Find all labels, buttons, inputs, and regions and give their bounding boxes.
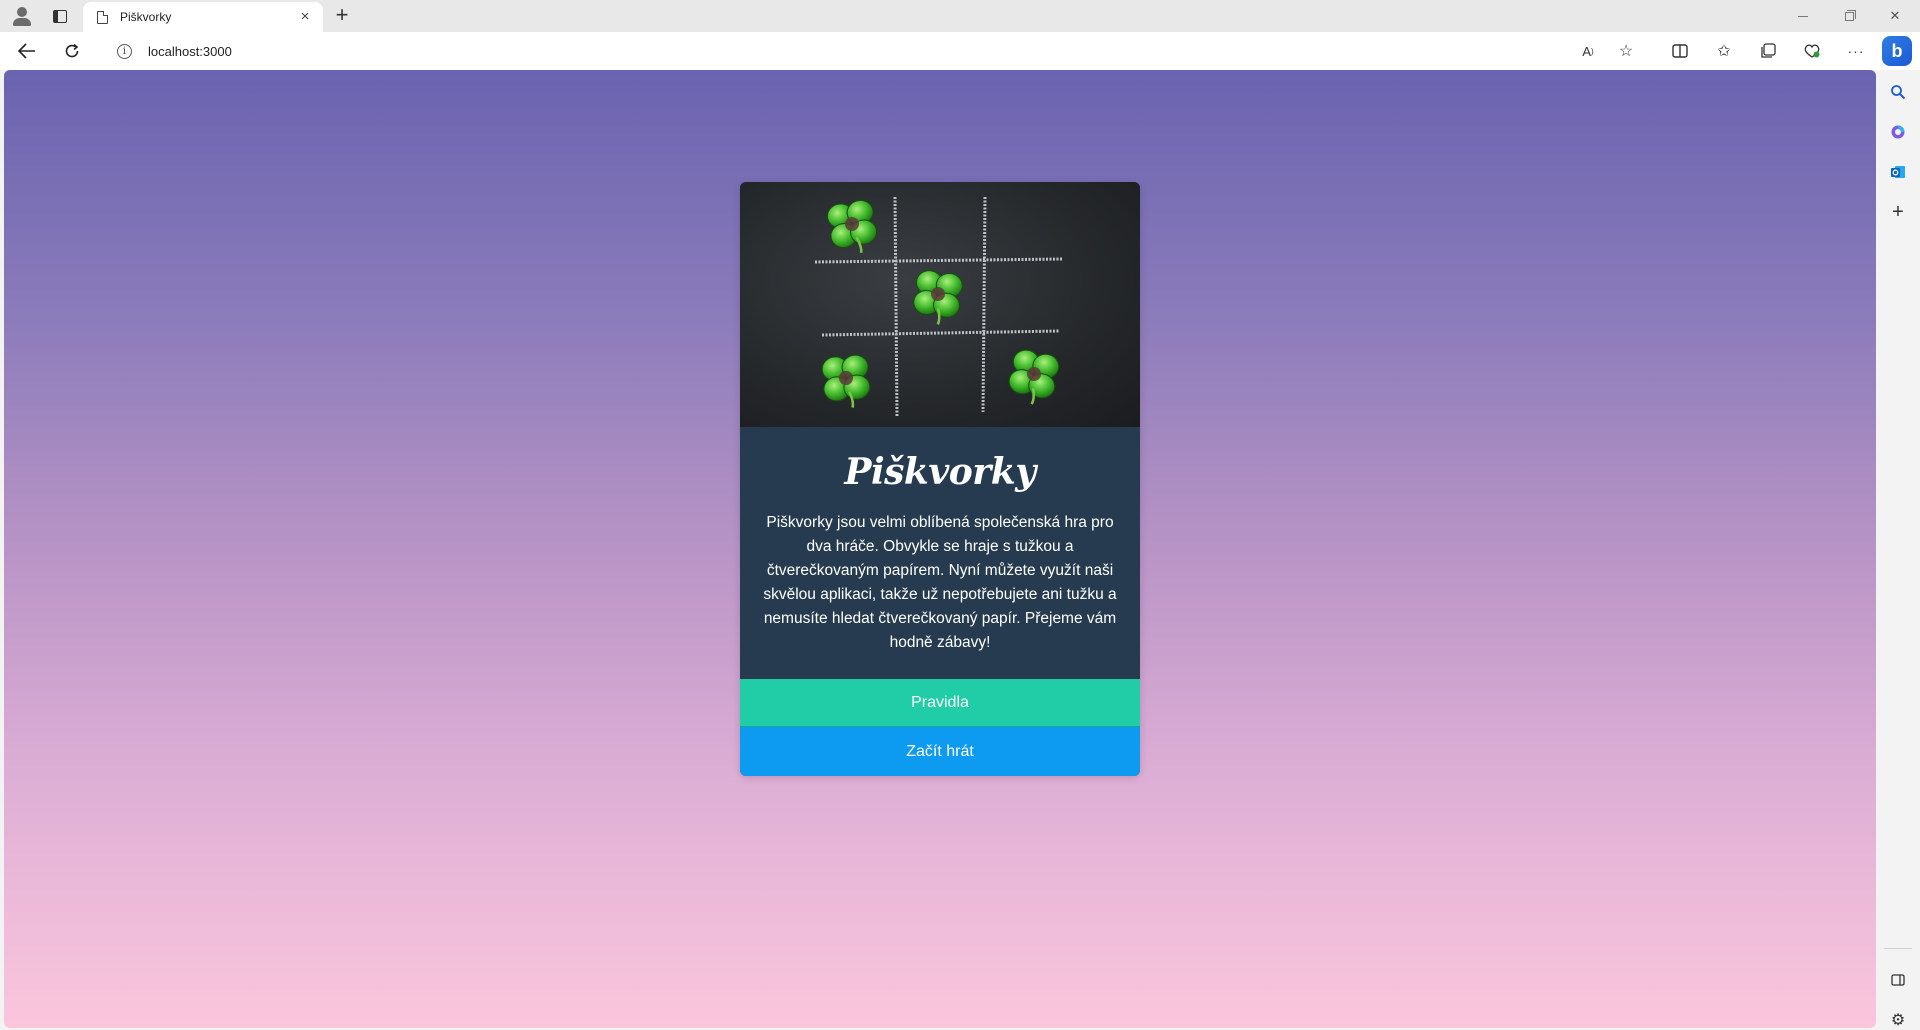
bing-copilot-icon[interactable]: b bbox=[1882, 36, 1912, 66]
back-button[interactable] bbox=[13, 37, 41, 65]
browser-tab[interactable]: Piškvorky × bbox=[83, 2, 323, 32]
rules-button[interactable]: Pravidla bbox=[740, 679, 1140, 727]
page-icon bbox=[97, 10, 108, 24]
search-icon[interactable] bbox=[1886, 80, 1910, 104]
sidebar-toggle-icon[interactable] bbox=[1886, 968, 1910, 992]
title-bar: Piškvorky × + ✕ bbox=[0, 0, 1920, 32]
intro-card: Piškvorky Piškvorky jsou velmi oblíbená … bbox=[740, 182, 1140, 776]
browser-toolbar: i localhost:3000 A) ☆ ✩ ··· bbox=[0, 32, 1920, 70]
address-text[interactable]: localhost:3000 bbox=[148, 44, 232, 59]
restore-button[interactable] bbox=[1826, 0, 1872, 32]
minimize-button[interactable] bbox=[1780, 0, 1826, 32]
page-viewport: Piškvorky Piškvorky jsou velmi oblíbená … bbox=[4, 70, 1876, 1028]
settings-icon[interactable]: ⚙ bbox=[1886, 1008, 1910, 1030]
reload-button[interactable] bbox=[58, 37, 86, 65]
address-bar[interactable]: i localhost:3000 bbox=[100, 37, 1650, 65]
site-info-icon[interactable]: i bbox=[117, 43, 132, 59]
edge-sidebar: + ⚙ bbox=[1876, 70, 1920, 1030]
collections-icon[interactable] bbox=[1756, 39, 1780, 63]
close-window-button[interactable]: ✕ bbox=[1872, 0, 1918, 32]
start-game-button[interactable]: Začít hrát bbox=[740, 727, 1140, 776]
browser-essentials-icon[interactable] bbox=[1800, 39, 1824, 63]
game-description: Piškvorky jsou velmi oblíbená společensk… bbox=[763, 514, 1117, 651]
page-title: Piškvorky bbox=[844, 451, 1036, 493]
read-aloud-icon[interactable]: A) bbox=[1576, 39, 1600, 63]
new-tab-button[interactable]: + bbox=[330, 4, 354, 28]
sidebar-divider bbox=[1884, 948, 1912, 949]
tab-title: Piškvorky bbox=[120, 10, 172, 24]
more-icon[interactable]: ··· bbox=[1844, 39, 1868, 63]
tab-actions-icon[interactable] bbox=[48, 4, 72, 28]
favorite-star-icon[interactable]: ☆ bbox=[1614, 39, 1638, 63]
outlook-icon[interactable] bbox=[1886, 160, 1910, 184]
office-icon[interactable] bbox=[1886, 120, 1910, 144]
split-screen-icon[interactable] bbox=[1668, 39, 1692, 63]
profile-icon[interactable] bbox=[10, 4, 34, 28]
favorites-icon[interactable]: ✩ bbox=[1712, 39, 1736, 63]
tab-close-button[interactable]: × bbox=[295, 7, 315, 27]
add-icon[interactable]: + bbox=[1886, 200, 1910, 224]
card-body: Piškvorky Piškvorky jsou velmi oblíbená … bbox=[740, 427, 1140, 679]
hero-image bbox=[740, 182, 1140, 427]
